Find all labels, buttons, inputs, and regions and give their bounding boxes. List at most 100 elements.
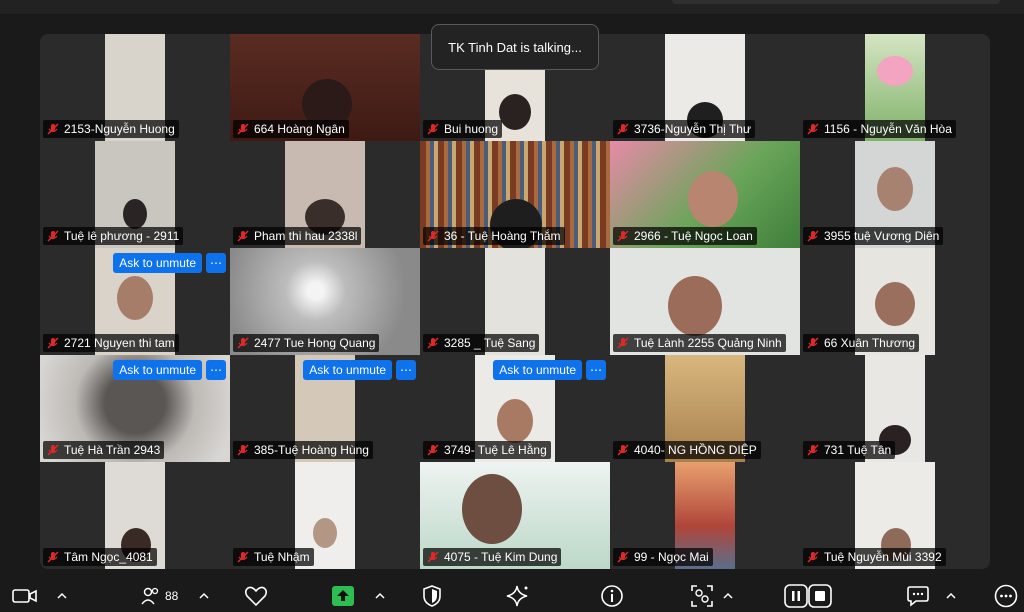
participant-nameplate: 2153-Nguyễn Huong <box>43 120 179 138</box>
video-camera-icon <box>12 589 37 603</box>
info-button[interactable] <box>600 584 624 608</box>
mic-muted-icon <box>427 230 439 242</box>
ask-to-unmute-button[interactable]: Ask to unmute <box>493 360 582 380</box>
participant-name: Bui huong <box>444 122 499 136</box>
participant-name: 2477 Tue Hong Quang <box>254 336 376 350</box>
participant-tile[interactable]: 4075 - Tuệ Kim Dung <box>420 462 610 569</box>
participant-tile[interactable]: Ask to unmute ⋯ 385-Tuệ Hoàng Hùng <box>230 355 420 462</box>
participant-nameplate: Pham thi hau 2338l <box>233 227 362 245</box>
participant-tile[interactable]: 36 - Tuệ Hoàng Thắm <box>420 141 610 248</box>
stop-button[interactable] <box>808 584 832 608</box>
participant-tile[interactable]: 3736-Nguyễn Thị Thư <box>610 34 800 141</box>
security-button[interactable] <box>421 584 443 608</box>
unmute-controls: Ask to unmute ⋯ <box>113 253 226 273</box>
participant-tile[interactable]: 3285 _ Tuệ Sang <box>420 248 610 355</box>
chevron-up-icon[interactable] <box>56 588 68 604</box>
chevron-up-icon[interactable] <box>722 588 734 604</box>
chat-button[interactable] <box>906 584 930 608</box>
participant-tile[interactable]: Tuệ Nhậm <box>230 462 420 569</box>
participant-name: Tuệ Hà Trần 2943 <box>64 443 161 457</box>
participant-tile[interactable]: Tuệ lê phương - 2911 <box>40 141 230 248</box>
participant-nameplate: 2477 Tue Hong Quang <box>233 334 380 352</box>
mic-muted-icon <box>427 551 439 563</box>
participant-tile[interactable]: Ask to unmute ⋯ 2721 Nguyen thi tam <box>40 248 230 355</box>
participant-tile[interactable]: Ask to unmute ⋯ 3749- Tuệ Lê Hằng <box>420 355 610 462</box>
participant-name: 36 - Tuệ Hoàng Thắm <box>444 229 561 243</box>
participant-tile[interactable]: 3955 tuệ Vương Diên <box>800 141 990 248</box>
participant-nameplate: 3285 _ Tuệ Sang <box>423 334 540 352</box>
ask-to-unmute-button[interactable]: Ask to unmute <box>113 360 202 380</box>
participant-tile[interactable]: 731 Tuệ Tân <box>800 355 990 462</box>
participant-name: Tuệ Nhậm <box>254 550 310 564</box>
mic-muted-icon <box>237 337 249 349</box>
share-screen-icon <box>332 586 354 606</box>
ai-companion-button[interactable] <box>505 584 531 608</box>
mic-muted-icon <box>427 123 439 135</box>
unmute-controls: Ask to unmute ⋯ <box>113 360 226 380</box>
participant-tile[interactable]: 2477 Tue Hong Quang <box>230 248 420 355</box>
more-options-button[interactable]: ⋯ <box>396 360 416 380</box>
sparkle-icon <box>506 585 528 607</box>
participant-name: 385-Tuệ Hoàng Hùng <box>254 443 369 457</box>
participant-name: 2966 - Tuệ Ngọc Loan <box>634 229 753 243</box>
participant-name: Tuệ Lành 2255 Quảng Ninh <box>634 336 782 350</box>
participant-tile[interactable]: 2153-Nguyễn Huong <box>40 34 230 141</box>
mic-muted-icon <box>47 230 59 242</box>
info-icon <box>601 585 623 607</box>
participant-name: Pham thi hau 2338l <box>254 229 358 243</box>
participant-tile[interactable]: Tâm Ngọc_4081 <box>40 462 230 569</box>
mic-muted-icon <box>807 230 819 242</box>
participant-nameplate: 385-Tuệ Hoàng Hùng <box>233 441 373 459</box>
participant-tile[interactable]: 1156 - Nguyễn Văn Hòa <box>800 34 990 141</box>
more-options-button[interactable]: ⋯ <box>586 360 606 380</box>
mic-muted-icon <box>617 444 629 456</box>
more-options-button[interactable]: ⋯ <box>206 360 226 380</box>
participant-tile[interactable]: Ask to unmute ⋯ Tuệ Hà Trần 2943 <box>40 355 230 462</box>
pause-icon <box>784 584 808 608</box>
share-screen-button[interactable] <box>331 584 355 608</box>
chevron-up-icon[interactable] <box>198 588 210 604</box>
participant-name: 2153-Nguyễn Huong <box>64 122 175 136</box>
mic-muted-icon <box>427 444 439 456</box>
participant-nameplate: 3749- Tuệ Lê Hằng <box>423 441 551 459</box>
participant-tile[interactable]: 664 Hoàng Ngân <box>230 34 420 141</box>
talking-indicator: TK Tinh Dat is talking... <box>431 24 599 70</box>
mic-muted-icon <box>617 551 629 563</box>
mic-muted-icon <box>237 551 249 563</box>
participant-nameplate: 2966 - Tuệ Ngọc Loan <box>613 227 757 245</box>
participant-name: Tâm Ngọc_4081 <box>64 550 153 564</box>
participant-tile[interactable]: 66 Xuân Thương <box>800 248 990 355</box>
more-options-button[interactable]: ⋯ <box>206 253 226 273</box>
participant-name: 99 - Ngọc Mai <box>634 550 709 564</box>
participant-nameplate: 2721 Nguyen thi tam <box>43 334 179 352</box>
participant-nameplate: Tuệ Nhậm <box>233 548 314 566</box>
participant-nameplate: Tâm Ngọc_4081 <box>43 548 157 566</box>
more-dots-icon <box>994 584 1018 608</box>
participant-tile[interactable]: 2966 - Tuệ Ngọc Loan <box>610 141 800 248</box>
participants-button[interactable]: 88 <box>140 584 178 608</box>
mic-muted-icon <box>617 230 629 242</box>
participant-tile[interactable]: 4040- NG HỒNG DIỆP <box>610 355 800 462</box>
chevron-up-icon[interactable] <box>945 588 957 604</box>
video-button[interactable] <box>12 584 38 608</box>
participant-name: 3749- Tuệ Lê Hằng <box>444 443 547 457</box>
more-button[interactable] <box>994 584 1018 608</box>
participant-nameplate: Tuệ Lành 2255 Quảng Ninh <box>613 334 786 352</box>
participant-name: 3736-Nguyễn Thị Thư <box>634 122 751 136</box>
mic-muted-icon <box>807 337 819 349</box>
participant-nameplate: 3955 tuệ Vương Diên <box>803 227 944 245</box>
ask-to-unmute-button[interactable]: Ask to unmute <box>113 253 202 273</box>
participant-tile[interactable]: Pham thi hau 2338l <box>230 141 420 248</box>
participant-nameplate: 664 Hoàng Ngân <box>233 120 349 138</box>
window-top-bar <box>0 0 1024 14</box>
gallery-view: 2153-Nguyễn Huong 664 Hoàng Ngân Bui huo… <box>40 34 990 569</box>
reactions-button[interactable] <box>244 584 268 608</box>
pause-button[interactable] <box>784 584 808 608</box>
participant-tile[interactable]: Tuệ Lành 2255 Quảng Ninh <box>610 248 800 355</box>
apps-button[interactable] <box>690 584 714 608</box>
ask-to-unmute-button[interactable]: Ask to unmute <box>303 360 392 380</box>
participant-tile[interactable]: Tuệ Nguyễn Mùi 3392 <box>800 462 990 569</box>
participant-nameplate: 731 Tuệ Tân <box>803 441 896 459</box>
chevron-up-icon[interactable] <box>374 588 386 604</box>
participant-tile[interactable]: 99 - Ngọc Mai <box>610 462 800 569</box>
